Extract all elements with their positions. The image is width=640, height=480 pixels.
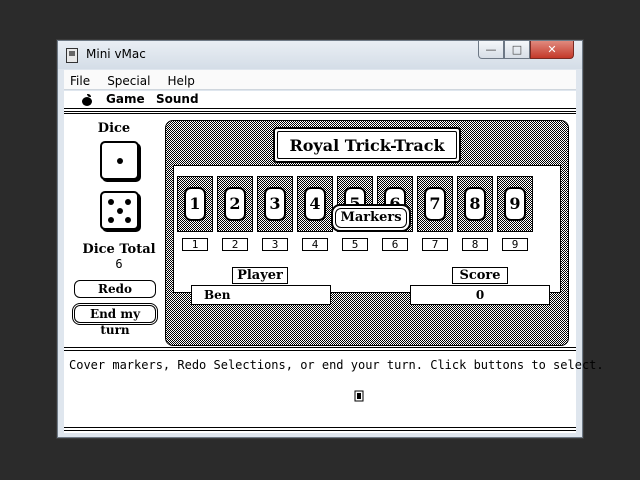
tile-2[interactable]: 2 bbox=[217, 176, 253, 232]
tile-number-label: 8 bbox=[462, 238, 488, 251]
tile-face: 3 bbox=[264, 187, 286, 221]
die-pip bbox=[125, 199, 131, 205]
menu-special[interactable]: Special bbox=[107, 71, 150, 91]
tile-number-label: 6 bbox=[382, 238, 408, 251]
die-pip bbox=[117, 208, 123, 214]
markers-label: Markers bbox=[340, 210, 402, 225]
dice-total-value: 6 bbox=[115, 257, 123, 271]
app-icon bbox=[66, 48, 78, 63]
die-pip bbox=[108, 217, 114, 223]
tile-face: 4 bbox=[304, 187, 326, 221]
tile-face: 1 bbox=[184, 187, 206, 221]
tile-8[interactable]: 8 bbox=[457, 176, 493, 232]
menu-sound[interactable]: Sound bbox=[156, 92, 199, 106]
score-header: Score bbox=[452, 267, 508, 284]
tile-9[interactable]: 9 bbox=[497, 176, 533, 232]
die-five bbox=[100, 191, 139, 230]
tile-number-label: 7 bbox=[422, 238, 448, 251]
maximize-button[interactable]: □ bbox=[504, 41, 530, 59]
tile-face: 2 bbox=[224, 187, 246, 221]
menu-help[interactable]: Help bbox=[168, 71, 195, 91]
tile-number-label: 3 bbox=[262, 238, 288, 251]
board-title: Royal Trick-Track bbox=[289, 136, 445, 155]
tile-3[interactable]: 3 bbox=[257, 176, 293, 232]
tile-7[interactable]: 7 bbox=[417, 176, 453, 232]
window-title: Mini vMac bbox=[86, 47, 146, 61]
die-one bbox=[100, 141, 139, 180]
die-pip bbox=[108, 199, 114, 205]
status-divider bbox=[64, 347, 576, 351]
tile-1[interactable]: 1 bbox=[177, 176, 213, 232]
mac-menubar: Game Sound bbox=[64, 91, 576, 109]
menu-file[interactable]: File bbox=[70, 71, 90, 91]
board-title-frame: Royal Trick-Track bbox=[273, 127, 461, 163]
tile-4[interactable]: 4 bbox=[297, 176, 333, 232]
dice-title: Dice bbox=[97, 121, 131, 136]
apple-menu-icon[interactable] bbox=[82, 94, 92, 106]
player-name-field: Ben bbox=[191, 285, 331, 305]
host-menubar: File Special Help bbox=[64, 70, 576, 90]
minimize-button[interactable]: — bbox=[478, 41, 504, 59]
wait-cursor-icon bbox=[354, 390, 364, 402]
die-pip bbox=[125, 217, 131, 223]
status-message: Cover markers, Redo Selections, or end y… bbox=[69, 358, 604, 372]
emulated-screen: Game Sound Dice Dice Total 6 Redo End my… bbox=[64, 91, 604, 433]
tile-face: 8 bbox=[464, 187, 486, 221]
dice-total-label: Dice Total bbox=[82, 242, 156, 257]
close-button[interactable]: ✕ bbox=[530, 41, 574, 59]
redo-button[interactable]: Redo bbox=[74, 280, 156, 298]
window-top-border bbox=[64, 111, 576, 114]
markers-button[interactable]: Markers bbox=[331, 204, 411, 232]
menu-game[interactable]: Game bbox=[106, 92, 145, 106]
player-header: Player bbox=[232, 267, 288, 284]
tile-face: 7 bbox=[424, 187, 446, 221]
tile-face: 9 bbox=[504, 187, 526, 221]
dice-panel: Dice Dice Total 6 Redo End my turn bbox=[67, 115, 161, 347]
game-area: Dice Dice Total 6 Redo End my turn Royal… bbox=[64, 115, 576, 347]
tile-number-label: 4 bbox=[302, 238, 328, 251]
window-bottom-border bbox=[64, 427, 576, 431]
window-titlebar[interactable]: Mini vMac — □ ✕ bbox=[58, 41, 582, 69]
tile-number-label: 5 bbox=[342, 238, 368, 251]
game-board: Royal Trick-Track 1 2 3 4 5 6 7 8 9 1 2 … bbox=[165, 120, 569, 346]
tile-number-label: 2 bbox=[222, 238, 248, 251]
end-turn-button[interactable]: End my turn bbox=[72, 303, 158, 337]
die-pip bbox=[117, 158, 123, 164]
mini-vmac-window: Mini vMac — □ ✕ File Special Help Game S… bbox=[57, 40, 604, 438]
score-field: 0 bbox=[410, 285, 550, 305]
tile-number-label: 9 bbox=[502, 238, 528, 251]
tile-number-label: 1 bbox=[182, 238, 208, 251]
